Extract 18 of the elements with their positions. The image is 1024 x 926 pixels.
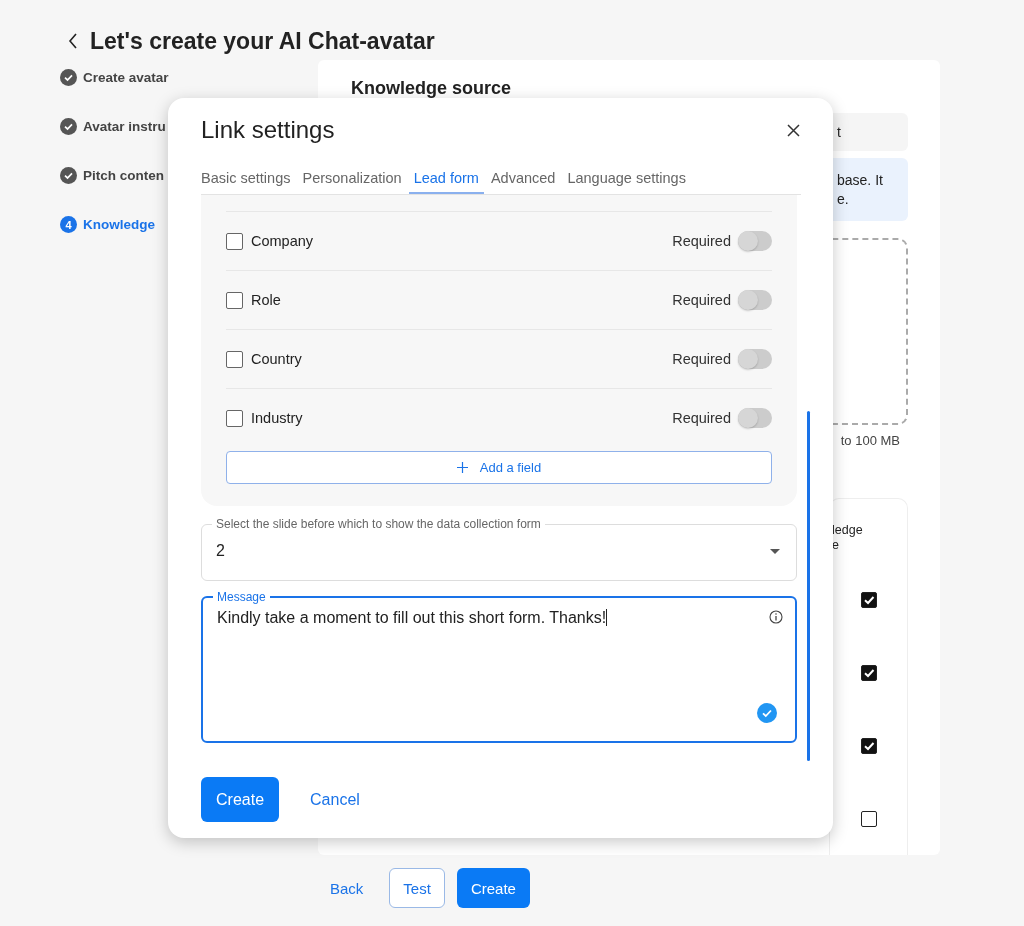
page-title: Let's create your AI Chat-avatar xyxy=(90,27,435,55)
required-label: Required xyxy=(672,292,731,308)
field-label: Country xyxy=(251,351,303,367)
info-text: base. It xyxy=(837,170,883,190)
size-note: to 100 MB xyxy=(840,433,900,448)
info-text: e. xyxy=(837,189,849,209)
column-header: e xyxy=(832,538,840,553)
dialog-title: Link settings xyxy=(201,116,335,144)
field-label: Role xyxy=(251,292,282,308)
field-label: Industry xyxy=(251,410,304,426)
required-label: Required xyxy=(672,351,731,367)
required-label: Required xyxy=(672,233,731,249)
section-heading: Knowledge source xyxy=(351,78,513,99)
required-label: Required xyxy=(672,410,731,426)
step-number: 4 xyxy=(60,216,77,233)
field-label: Company xyxy=(251,233,315,249)
column-header: ledge xyxy=(832,523,864,538)
tab-label: t xyxy=(837,124,841,140)
